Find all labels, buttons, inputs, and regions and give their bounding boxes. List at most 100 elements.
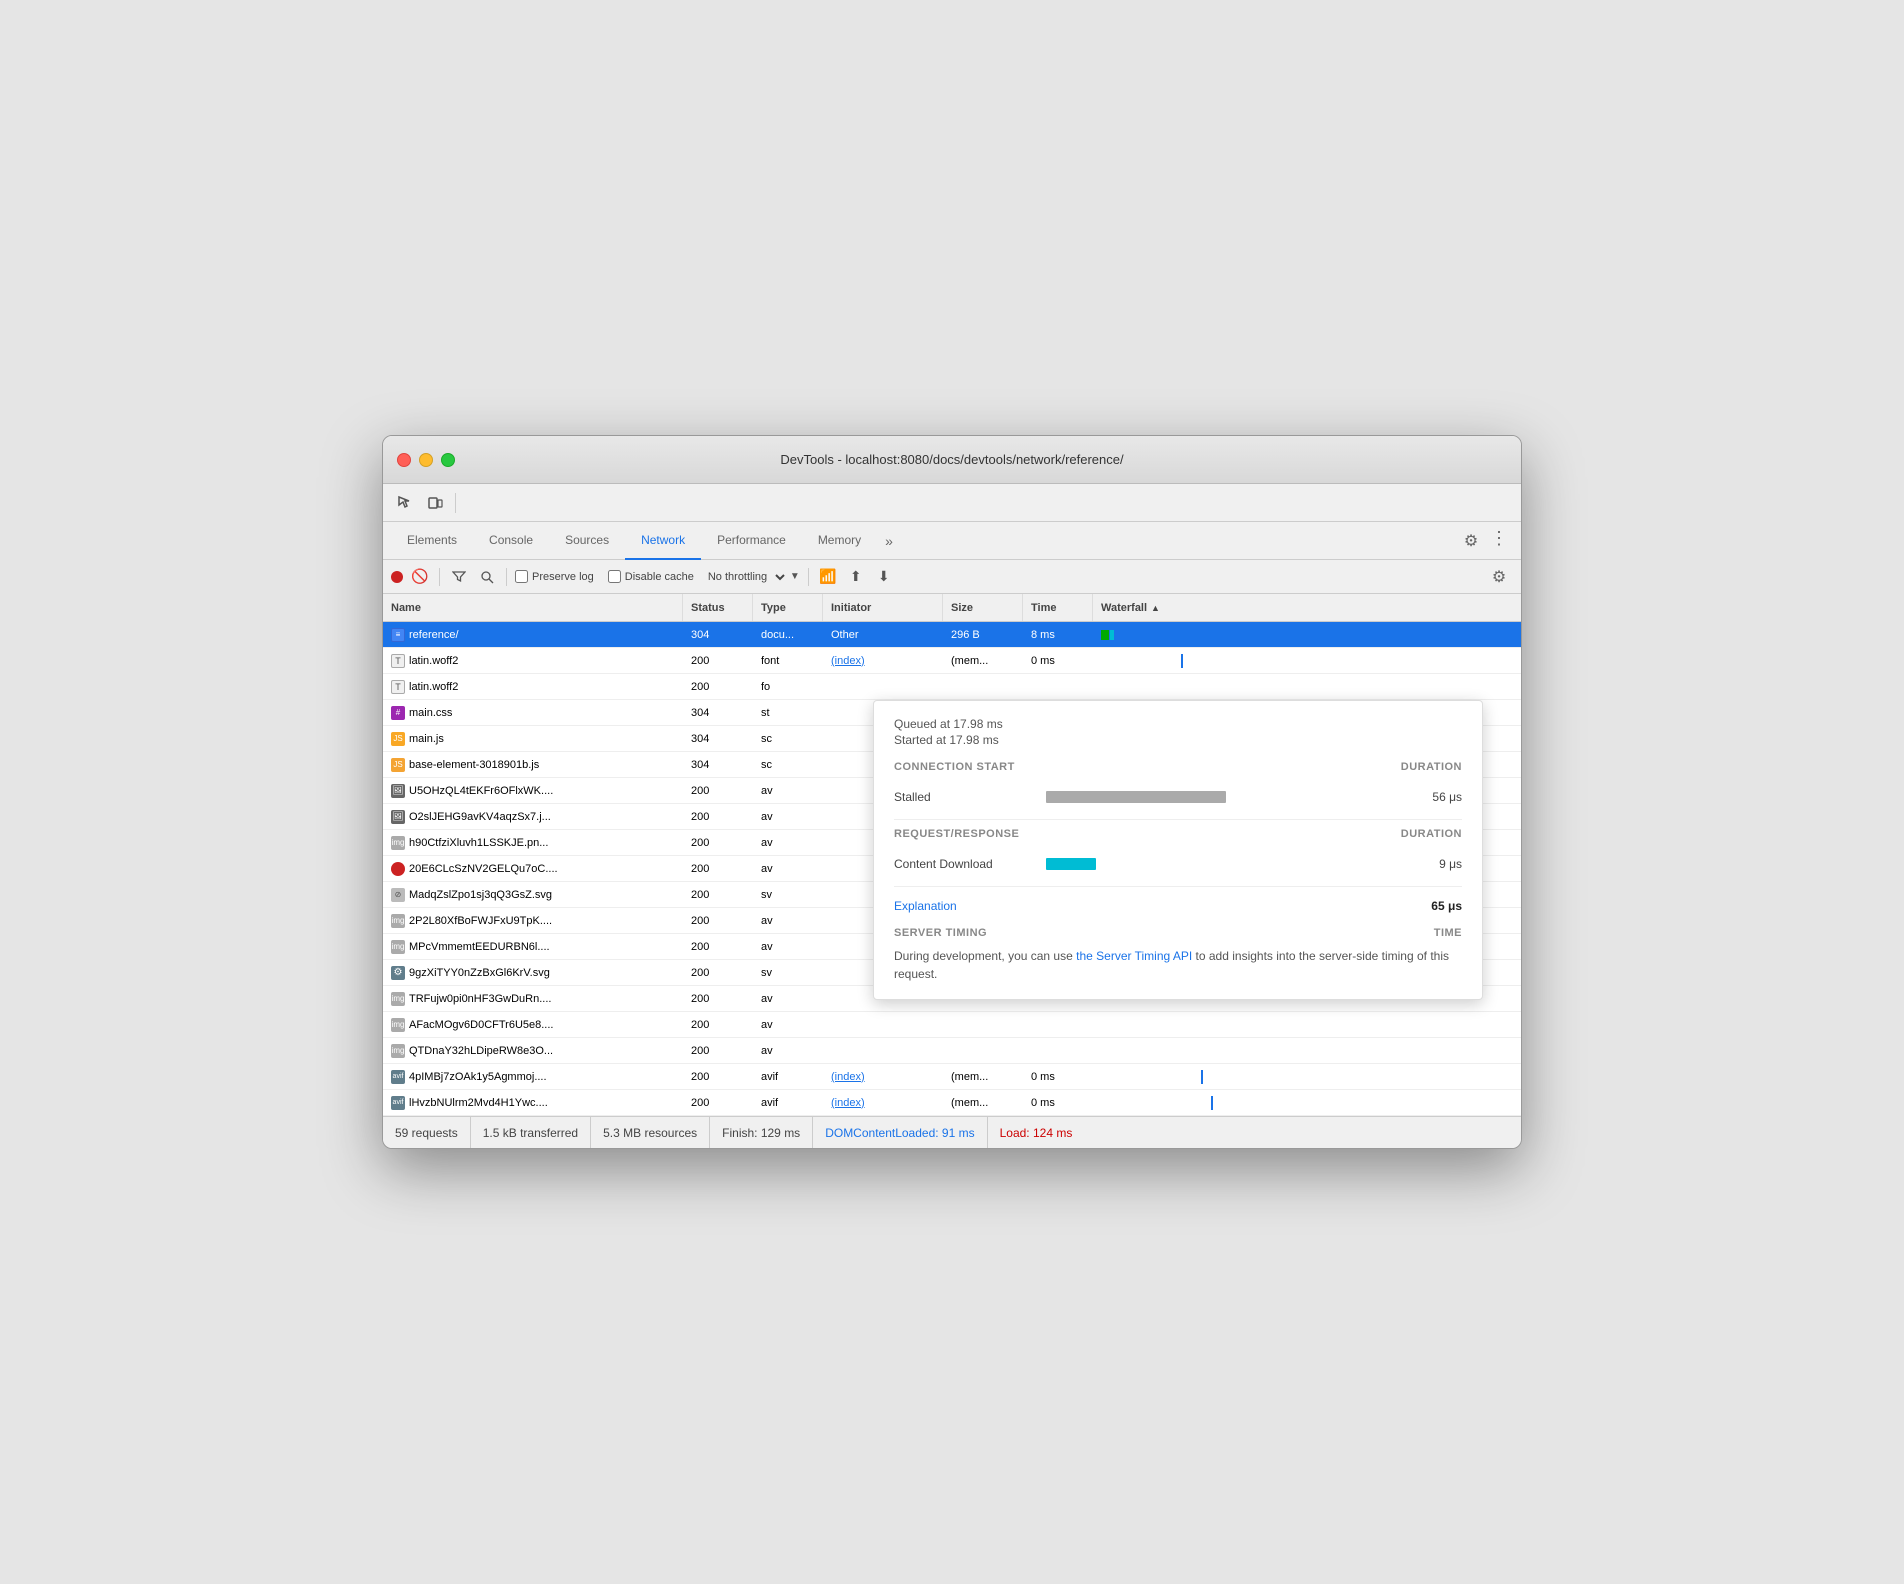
timing-content-download-row: Content Download 9 μs: [894, 850, 1462, 878]
td-type: av: [753, 856, 823, 881]
image-icon: img: [391, 836, 405, 850]
preserve-log-checkbox[interactable]: Preserve log: [515, 570, 594, 583]
device-toolbar-button[interactable]: [421, 489, 449, 517]
td-name: img 2P2L80XfBoFWJFxU9TpK....: [383, 908, 683, 933]
td-status: 200: [683, 1012, 753, 1037]
tab-network[interactable]: Network: [625, 522, 701, 560]
th-name[interactable]: Name: [383, 594, 683, 621]
image-icon: img: [391, 1018, 405, 1032]
table-row[interactable]: avif 4pIMBj7zOAk1y5Agmmoj.... 200 avif (…: [383, 1064, 1521, 1090]
td-type: avif: [753, 1090, 823, 1115]
timing-total-row: Explanation 65 μs: [894, 895, 1462, 913]
avif-icon: avif: [391, 1070, 405, 1084]
td-name: T latin.woff2: [383, 674, 683, 699]
table-row[interactable]: ≡ reference/ 304 docu... Other 296 B 8 m…: [383, 622, 1521, 648]
disable-cache-checkbox[interactable]: Disable cache: [608, 570, 694, 583]
image-icon: [391, 862, 405, 876]
table-header: Name Status Type Initiator Size Time Wat…: [383, 594, 1521, 622]
td-status: 200: [683, 908, 753, 933]
tab-bar: Elements Console Sources Network Perform…: [383, 522, 1521, 560]
td-waterfall: [1093, 648, 1521, 673]
td-status: 200: [683, 674, 753, 699]
td-size: [943, 1038, 1023, 1063]
tab-sources[interactable]: Sources: [549, 522, 625, 560]
td-initiator: (index): [823, 1064, 943, 1089]
minimize-button[interactable]: [419, 453, 433, 467]
td-status: 304: [683, 700, 753, 725]
th-waterfall[interactable]: Waterfall: [1093, 594, 1521, 621]
td-type: av: [753, 778, 823, 803]
td-type: st: [753, 700, 823, 725]
th-status[interactable]: Status: [683, 594, 753, 621]
explanation-link[interactable]: Explanation: [894, 899, 957, 913]
timing-server-header: Server Timing TIME: [894, 927, 1462, 939]
td-status: 304: [683, 752, 753, 777]
th-time[interactable]: Time: [1023, 594, 1093, 621]
td-time: [1023, 1012, 1093, 1037]
more-tabs-button[interactable]: »: [877, 533, 901, 549]
upload-icon[interactable]: ⬆: [845, 566, 867, 588]
css-icon: #: [391, 706, 405, 720]
net-divider-1: [439, 568, 440, 586]
requests-count: 59 requests: [395, 1117, 471, 1148]
td-type: av: [753, 986, 823, 1011]
td-initiator: [823, 1012, 943, 1037]
td-initiator: Other: [823, 622, 943, 647]
resources-size: 5.3 MB resources: [591, 1117, 710, 1148]
network-settings-icon[interactable]: ⚙: [1485, 563, 1513, 591]
search-button[interactable]: [476, 566, 498, 588]
settings-icon[interactable]: ⚙: [1457, 527, 1485, 555]
td-status: 304: [683, 726, 753, 751]
devtools-top-toolbar: [383, 484, 1521, 522]
table-row[interactable]: avif lHvzbNUlrm2Mvd4H1Ywc.... 200 avif (…: [383, 1090, 1521, 1116]
td-type: av: [753, 908, 823, 933]
font-icon: T: [391, 654, 405, 668]
tab-console[interactable]: Console: [473, 522, 549, 560]
more-options-icon[interactable]: ⋮: [1485, 527, 1513, 555]
inspect-element-button[interactable]: [391, 489, 419, 517]
close-button[interactable]: [397, 453, 411, 467]
table-row[interactable]: img QTDnaY32hLDipeRW8e3O... 200 av: [383, 1038, 1521, 1064]
td-initiator: (index): [823, 648, 943, 673]
timing-content-duration: 9 μs: [1412, 857, 1462, 871]
th-type[interactable]: Type: [753, 594, 823, 621]
timing-total-divider: [894, 886, 1462, 887]
svg-icon: ⚙: [391, 966, 405, 980]
td-name: # main.css: [383, 700, 683, 725]
table-row[interactable]: img AFacMOgv6D0CFTr6U5e8.... 200 av: [383, 1012, 1521, 1038]
tab-memory[interactable]: Memory: [802, 522, 877, 560]
td-type: av: [753, 1038, 823, 1063]
wifi-icon[interactable]: 📶: [817, 566, 839, 588]
td-name: 🖼 U5OHzQL4tEKFr6OFlxWK....: [383, 778, 683, 803]
tab-performance[interactable]: Performance: [701, 522, 802, 560]
record-button[interactable]: [391, 571, 403, 583]
clear-button[interactable]: 🚫: [409, 566, 431, 588]
td-type: avif: [753, 1064, 823, 1089]
traffic-lights: [397, 453, 455, 467]
td-type: av: [753, 830, 823, 855]
timing-queued-text: Queued at 17.98 ms: [894, 717, 1462, 731]
tab-elements[interactable]: Elements: [391, 522, 473, 560]
td-initiator: [823, 1038, 943, 1063]
finish-time: Finish: 129 ms: [710, 1117, 813, 1148]
svg-icon: ⊘: [391, 888, 405, 902]
filter-button[interactable]: [448, 566, 470, 588]
server-timing-api-link[interactable]: the Server Timing API: [1076, 949, 1192, 963]
timing-stalled-label: Stalled: [894, 790, 1034, 804]
td-name: JS main.js: [383, 726, 683, 751]
throttle-select[interactable]: No throttling: [700, 568, 788, 586]
th-size[interactable]: Size: [943, 594, 1023, 621]
td-status: 200: [683, 648, 753, 673]
network-toolbar: 🚫 Preserve log Disable cache No throttli…: [383, 560, 1521, 594]
download-icon[interactable]: ⬇: [873, 566, 895, 588]
td-type: av: [753, 1012, 823, 1037]
td-status: 200: [683, 856, 753, 881]
maximize-button[interactable]: [441, 453, 455, 467]
th-initiator[interactable]: Initiator: [823, 594, 943, 621]
transferred-size: 1.5 kB transferred: [471, 1117, 591, 1148]
waterfall-bar-teal: [1110, 630, 1114, 640]
net-divider-2: [506, 568, 507, 586]
table-row[interactable]: T latin.woff2 200 font (index) (mem... 0…: [383, 648, 1521, 674]
table-row[interactable]: T latin.woff2 200 fo Queued at 17.98 ms …: [383, 674, 1521, 700]
timing-divider: [894, 819, 1462, 820]
